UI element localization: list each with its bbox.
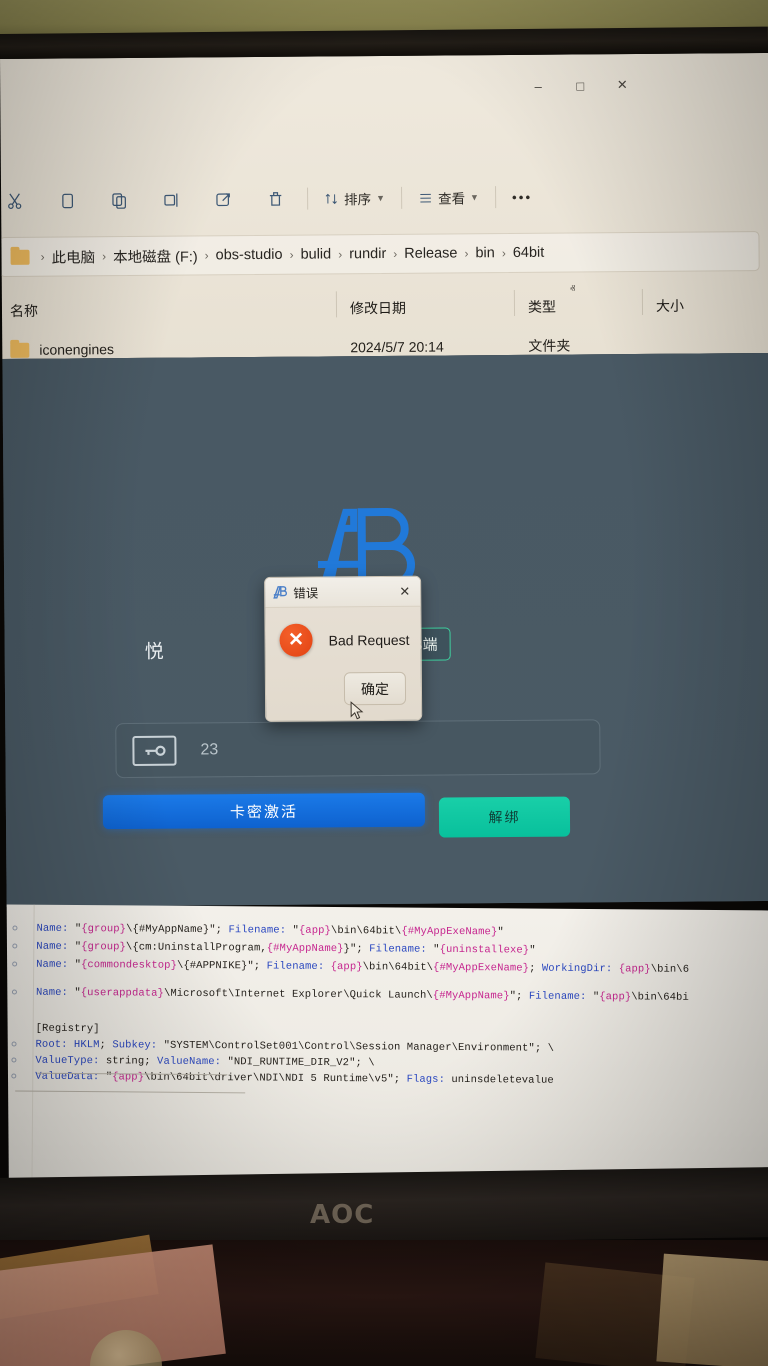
crumb-0[interactable]: 此电脑 bbox=[51, 246, 96, 267]
code-line: Root: HKLM; Subkey: "SYSTEM\ControlSet00… bbox=[35, 1038, 555, 1055]
code-line: [Registry] bbox=[35, 1022, 100, 1036]
paste-icon[interactable] bbox=[93, 180, 145, 220]
dialog-title-bar: 错误 ✕ bbox=[265, 576, 421, 608]
editor-gutter bbox=[0, 904, 35, 1189]
crumb-4[interactable]: rundir bbox=[349, 246, 386, 262]
toolbar-divider-3 bbox=[494, 186, 497, 209]
copy-icon[interactable] bbox=[41, 180, 93, 220]
breakpoint-dot[interactable] bbox=[11, 1041, 17, 1047]
view-label: 查看 bbox=[437, 191, 466, 207]
row-folder-icon bbox=[10, 342, 30, 358]
col-divider-2 bbox=[513, 289, 516, 316]
crumb-1[interactable]: 本地磁盘 (F:) bbox=[113, 245, 198, 267]
crumb-sep-6: › bbox=[464, 246, 469, 261]
crumb-sep-2: › bbox=[204, 248, 209, 263]
breakpoint-dot[interactable] bbox=[11, 1073, 17, 1079]
row-modified: 2024/5/7 20:14 bbox=[350, 338, 444, 356]
view-button[interactable]: 查看 ▼ bbox=[408, 177, 489, 218]
cut-icon[interactable] bbox=[0, 181, 41, 221]
code-line: Name: "{commondesktop}\{#APPNIKE}"; File… bbox=[36, 958, 690, 976]
crumb-sep-5: › bbox=[393, 246, 398, 261]
crumb-3[interactable]: bulid bbox=[300, 246, 331, 262]
column-size[interactable]: 大小 bbox=[641, 288, 685, 316]
breakpoint-dot[interactable] bbox=[11, 1057, 17, 1063]
breadcrumb[interactable]: › 此电脑 › 本地磁盘 (F:) › obs-studio › bulid ›… bbox=[0, 231, 760, 278]
error-cross-icon: ✕ bbox=[279, 623, 313, 657]
breakpoint-dot[interactable] bbox=[12, 925, 18, 931]
license-key-input[interactable]: 23 bbox=[115, 719, 601, 779]
column-size-label: 大小 bbox=[655, 297, 685, 314]
dialog-body: ✕ Bad Request bbox=[265, 607, 420, 657]
col-divider-1 bbox=[335, 291, 338, 318]
folder-icon bbox=[10, 249, 30, 265]
toolbar-divider bbox=[307, 187, 309, 210]
crumb-sep-3: › bbox=[289, 247, 294, 262]
key-icon bbox=[132, 735, 177, 766]
column-type-label: 类型 bbox=[527, 298, 557, 315]
sort-button[interactable]: 排序 ▼ bbox=[314, 178, 395, 219]
crumb-2[interactable]: obs-studio bbox=[216, 247, 283, 264]
chevron-down-icon-2: ▼ bbox=[469, 192, 479, 203]
crumb-sep-1: › bbox=[102, 249, 107, 264]
window-controls: – □ ✕ bbox=[517, 72, 643, 99]
row-type: 文件夹 bbox=[528, 337, 571, 354]
editor-code-area[interactable]: Name: "{group}\{#MyAppName}"; Filename: … bbox=[0, 904, 768, 1087]
ab-app-icon bbox=[272, 585, 287, 600]
dialog-close-icon[interactable]: ✕ bbox=[396, 583, 413, 599]
monitor-bottom-bezel bbox=[0, 1166, 768, 1248]
column-type[interactable]: 类型 ⱏ bbox=[513, 284, 656, 317]
code-line: Name: "{group}\{#MyAppName}"; Filename: … bbox=[36, 922, 504, 939]
crumb-sep-7: › bbox=[501, 246, 506, 261]
file-explorer-window: – □ ✕ 排序 ▼ 查看 ▼ ••• › 此电脑 › 本地磁盘 (F:) › … bbox=[0, 52, 768, 360]
sort-ascending-caret: ⱏ bbox=[569, 283, 576, 296]
code-editor-window: Name: "{group}\{#MyAppName}"; Filename: … bbox=[0, 904, 768, 1189]
row-name: iconengines bbox=[39, 341, 115, 358]
maximize-button[interactable]: □ bbox=[559, 72, 601, 98]
dialog-message: Bad Request bbox=[328, 631, 410, 648]
close-button[interactable]: ✕ bbox=[601, 72, 643, 98]
editor-rule-2 bbox=[15, 1090, 246, 1094]
crumb-sep-4: › bbox=[338, 247, 343, 262]
column-modified[interactable]: 修改日期 bbox=[335, 291, 528, 318]
crumb-6[interactable]: bin bbox=[475, 245, 494, 261]
crumb-sep-0: › bbox=[40, 249, 45, 264]
breakpoint-dot[interactable] bbox=[11, 989, 17, 995]
column-name[interactable]: 名称 bbox=[10, 298, 350, 321]
activation-app-window: 悦 B端 23 卡密激活 解绑 错误 ✕ ✕ Bad Request 确定 bbox=[0, 352, 768, 908]
crumb-5[interactable]: Release bbox=[404, 245, 457, 261]
explorer-title-bar: – □ ✕ bbox=[0, 53, 768, 121]
column-headers: 名称 修改日期 类型 ⱏ 大小 bbox=[10, 284, 762, 331]
breakpoint-dot[interactable] bbox=[12, 961, 18, 967]
crumb-7[interactable]: 64bit bbox=[513, 245, 545, 261]
breakpoint-dot[interactable] bbox=[12, 943, 18, 949]
username-label: 悦 bbox=[144, 641, 165, 663]
explorer-toolbar: 排序 ▼ 查看 ▼ ••• bbox=[0, 165, 768, 231]
mouse-cursor bbox=[350, 701, 364, 721]
dialog-title: 错误 bbox=[293, 586, 319, 601]
code-line: ValueType: string; ValueName: "NDI_RUNTI… bbox=[35, 1054, 375, 1070]
code-line: Name: "{group}\{cm:UninstallProgram,{#My… bbox=[36, 940, 536, 957]
toolbar-divider-2 bbox=[400, 186, 403, 209]
photo-of-monitor-scene: – □ ✕ 排序 ▼ 查看 ▼ ••• › 此电脑 › 本地磁盘 (F:) › … bbox=[0, 0, 768, 1366]
delete-icon[interactable] bbox=[249, 179, 301, 219]
desk-object-right-2 bbox=[656, 1253, 768, 1366]
chevron-down-icon: ▼ bbox=[376, 192, 386, 204]
column-modified-label: 修改日期 bbox=[349, 299, 407, 317]
unbind-button[interactable]: 解绑 bbox=[438, 796, 571, 838]
monitor-brand-logo: AOC bbox=[310, 1200, 375, 1230]
share-icon[interactable] bbox=[197, 179, 249, 219]
error-dialog: 错误 ✕ ✕ Bad Request 确定 bbox=[264, 575, 423, 722]
more-options-button[interactable]: ••• bbox=[502, 177, 543, 217]
rename-icon[interactable] bbox=[145, 179, 197, 219]
code-line: Name: "{userappdata}\Microsoft\Internet … bbox=[35, 986, 689, 1004]
license-key-value: 23 bbox=[200, 740, 219, 758]
monitor-screen: – □ ✕ 排序 ▼ 查看 ▼ ••• › 此电脑 › 本地磁盘 (F:) › … bbox=[0, 52, 768, 1189]
minimize-button[interactable]: – bbox=[517, 73, 559, 99]
activate-button[interactable]: 卡密激活 bbox=[102, 792, 426, 830]
col-divider-3 bbox=[641, 288, 644, 315]
sort-label: 排序 bbox=[344, 192, 372, 208]
